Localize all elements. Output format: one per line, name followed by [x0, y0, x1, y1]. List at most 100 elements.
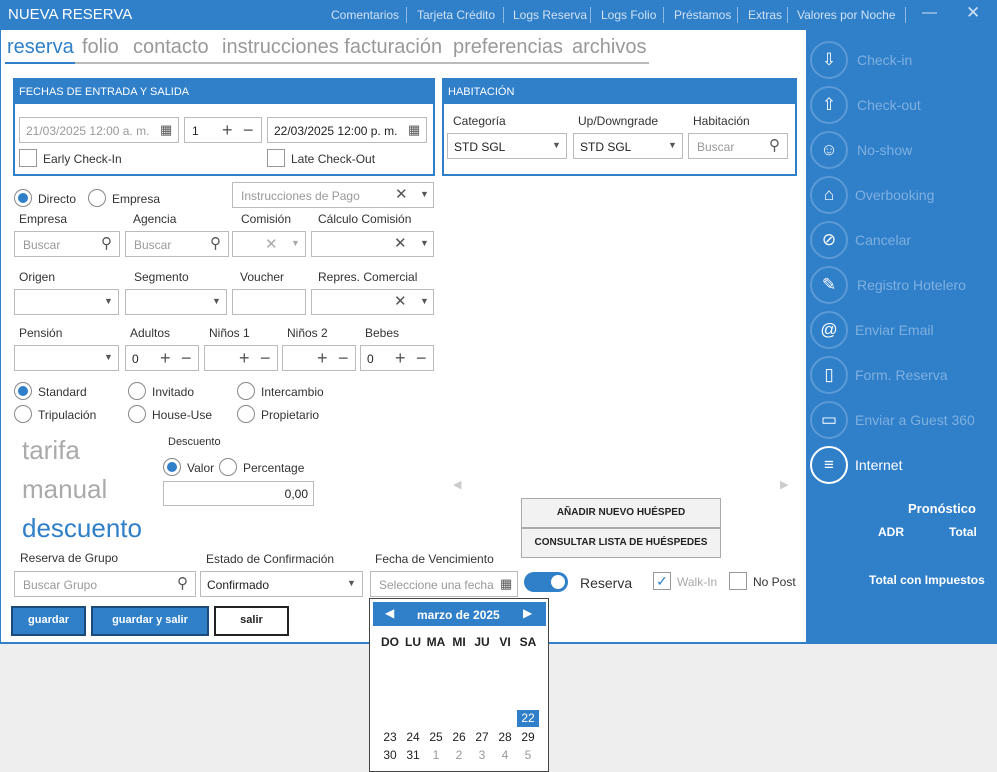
next-month-icon[interactable]: ▶ [523, 606, 532, 620]
valor-radio[interactable] [163, 458, 181, 476]
empresa-radio[interactable] [88, 189, 106, 207]
form-reserva-action[interactable]: Form. Reserva [855, 367, 948, 383]
bebes-stepper[interactable]: 0 + − [360, 345, 434, 371]
person-down-icon[interactable]: ⇩ [810, 41, 848, 79]
minus-icon[interactable]: − [243, 121, 254, 139]
minimize-icon[interactable]: — [922, 4, 937, 21]
checkin-action[interactable]: Check-in [857, 52, 912, 68]
minus-icon[interactable]: − [260, 349, 271, 367]
cancel-icon[interactable]: ⊘ [810, 221, 848, 259]
nav-logs-folio[interactable]: Logs Folio [601, 8, 656, 22]
salir-button[interactable]: salir [214, 606, 289, 636]
nopost-checkbox[interactable] [729, 572, 747, 590]
empresa-search[interactable]: Buscar ⚲ [14, 231, 120, 257]
tablet-icon[interactable]: ▭ [810, 401, 848, 439]
plus-icon[interactable]: + [395, 349, 406, 367]
plus-icon[interactable]: + [239, 349, 250, 367]
person-up-icon[interactable]: ⇧ [810, 86, 848, 124]
early-checkin-checkbox[interactable] [19, 149, 37, 167]
grupo-search[interactable]: Buscar Grupo ⚲ [14, 571, 196, 597]
calendar-day[interactable]: 25 [425, 730, 447, 744]
checkout-action[interactable]: Check-out [857, 97, 921, 113]
person-search-icon[interactable]: ☺ [810, 131, 848, 169]
server-icon[interactable]: ≡ [810, 446, 848, 484]
tab-instrucciones-facturacion[interactable]: instrucciones facturación [222, 36, 442, 59]
plus-icon[interactable]: + [160, 349, 171, 367]
noshow-action[interactable]: No-show [857, 142, 912, 158]
nav-tarjeta-credito[interactable]: Tarjeta Crédito [417, 8, 495, 22]
calendar-day-next-month[interactable]: 5 [517, 748, 539, 762]
edit-icon[interactable]: ✎ [810, 266, 848, 304]
descuento-option[interactable]: descuento [22, 513, 142, 544]
tab-reserva[interactable]: reserva [7, 36, 74, 59]
calendar-day[interactable]: 23 [379, 730, 401, 744]
minus-icon[interactable]: − [416, 349, 427, 367]
clear-icon[interactable]: ✕ [265, 237, 278, 252]
repres-comercial-select[interactable]: ✕ ▼ [311, 289, 434, 315]
directo-radio[interactable] [14, 189, 32, 207]
add-guest-button[interactable]: AÑADIR NUEVO HUÉSPED [521, 498, 721, 528]
calendar-day-next-month[interactable]: 2 [448, 748, 470, 762]
tarifa-option[interactable]: tarifa [22, 435, 80, 466]
search-icon[interactable]: ⚲ [769, 138, 780, 153]
origen-select[interactable]: ▼ [14, 289, 119, 315]
updowngrade-select[interactable]: STD SGL ▼ [573, 133, 683, 159]
search-icon[interactable]: ⚲ [177, 576, 188, 591]
calendar-icon[interactable]: ▦ [408, 123, 420, 136]
manual-option[interactable]: manual [22, 474, 107, 505]
comision-select[interactable]: ✕ ▼ [232, 231, 306, 257]
categoria-select[interactable]: STD SGL ▼ [447, 133, 567, 159]
calendar-day[interactable]: 27 [471, 730, 493, 744]
nav-comentarios[interactable]: Comentarios [331, 8, 399, 22]
clear-icon[interactable]: ✕ [395, 187, 408, 202]
percentage-radio[interactable] [219, 458, 237, 476]
walkin-checkbox[interactable]: ✓ [653, 572, 671, 590]
checkout-date-field[interactable]: 22/03/2025 12:00 p. m. ▦ [267, 117, 427, 143]
minus-icon[interactable]: − [181, 349, 192, 367]
nav-logs-reserva[interactable]: Logs Reserva [513, 8, 587, 22]
tripulacion-radio[interactable] [14, 405, 32, 423]
voucher-input[interactable] [232, 289, 306, 315]
standard-radio[interactable] [14, 382, 32, 400]
invitado-radio[interactable] [128, 382, 146, 400]
adultos-stepper[interactable]: 0 + − [125, 345, 199, 371]
calendar-icon[interactable]: ▦ [500, 577, 512, 590]
at-icon[interactable]: @ [810, 311, 848, 349]
prev-month-icon[interactable]: ◀ [385, 606, 394, 620]
document-icon[interactable]: ▯ [810, 356, 848, 394]
clear-icon[interactable]: ✕ [394, 236, 407, 251]
scroll-left-icon[interactable]: ◀ [453, 480, 461, 491]
minus-icon[interactable]: − [338, 349, 349, 367]
tab-archivos[interactable]: archivos [572, 36, 646, 59]
plus-icon[interactable]: + [222, 121, 233, 139]
house-icon[interactable]: ⌂ [810, 176, 848, 214]
scroll-right-icon[interactable]: ▶ [780, 480, 788, 491]
calendar-day[interactable]: 31 [402, 748, 424, 762]
calendar-day[interactable]: 29 [517, 730, 539, 744]
tab-preferencias[interactable]: preferencias [453, 36, 563, 59]
checkin-date-field[interactable]: 21/03/2025 12:00 a. m. ▦ [19, 117, 179, 143]
house-use-radio[interactable] [128, 405, 146, 423]
calendar-icon[interactable]: ▦ [160, 123, 172, 136]
calendar-day-selected[interactable]: 22 [517, 710, 539, 727]
clear-icon[interactable]: ✕ [394, 294, 407, 309]
reserva-toggle[interactable] [524, 572, 568, 592]
internet-action[interactable]: Internet [855, 457, 902, 473]
tab-contacto[interactable]: contacto [133, 36, 209, 59]
plus-icon[interactable]: + [317, 349, 328, 367]
nav-extras[interactable]: Extras [748, 8, 782, 22]
search-icon[interactable]: ⚲ [101, 236, 112, 251]
close-icon[interactable]: ✕ [966, 3, 980, 23]
guest360-action[interactable]: Enviar a Guest 360 [855, 412, 975, 428]
guardar-salir-button[interactable]: guardar y salir [91, 606, 209, 636]
late-checkout-checkbox[interactable] [267, 149, 285, 167]
search-icon[interactable]: ⚲ [210, 236, 221, 251]
ninos1-stepper[interactable]: + − [204, 345, 278, 371]
overbooking-action[interactable]: Overbooking [855, 187, 934, 203]
segmento-select[interactable]: ▼ [125, 289, 227, 315]
calendar-day[interactable]: 30 [379, 748, 401, 762]
descuento-amount-input[interactable]: 0,00 [163, 481, 314, 506]
calendar-day-next-month[interactable]: 4 [494, 748, 516, 762]
propietario-radio[interactable] [237, 405, 255, 423]
guardar-button[interactable]: guardar [11, 606, 86, 636]
